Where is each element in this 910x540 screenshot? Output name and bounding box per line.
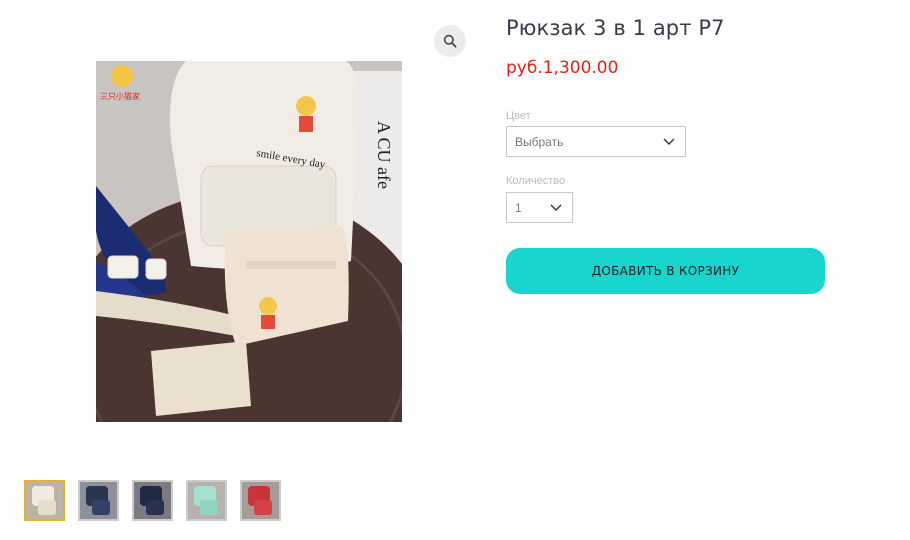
product-main-image[interactable]: A CU afe smile every day 三只小猫家 — [96, 61, 402, 422]
chevron-down-icon — [663, 138, 675, 145]
thumbnail-4[interactable] — [186, 480, 227, 521]
thumbnail-3[interactable] — [132, 480, 173, 521]
product-title: Рюкзак 3 в 1 арт Р7 — [506, 16, 725, 40]
zoom-button[interactable] — [434, 25, 466, 57]
chevron-down-icon — [550, 204, 562, 211]
sign-text-top: A CU afe — [374, 121, 394, 189]
thumbnail-5[interactable] — [240, 480, 281, 521]
thumbnail-2[interactable] — [78, 480, 119, 521]
shop-logo-text: 三只小猫家 — [100, 91, 140, 101]
color-select[interactable]: Выбрать — [506, 126, 686, 157]
color-label: Цвет — [506, 110, 531, 122]
thumbnail-strip — [24, 480, 281, 521]
quantity-select-value: 1 — [515, 200, 522, 215]
magnifier-icon — [443, 34, 457, 48]
thumbnail-1[interactable] — [24, 480, 65, 521]
quantity-select[interactable]: 1 — [506, 192, 573, 223]
product-price: руб.1,300.00 — [506, 58, 619, 78]
quantity-label: Количество — [506, 175, 566, 187]
color-select-value: Выбрать — [515, 134, 564, 149]
add-to-cart-button[interactable]: ДОБАВИТЬ В КОРЗИНУ — [506, 248, 825, 294]
